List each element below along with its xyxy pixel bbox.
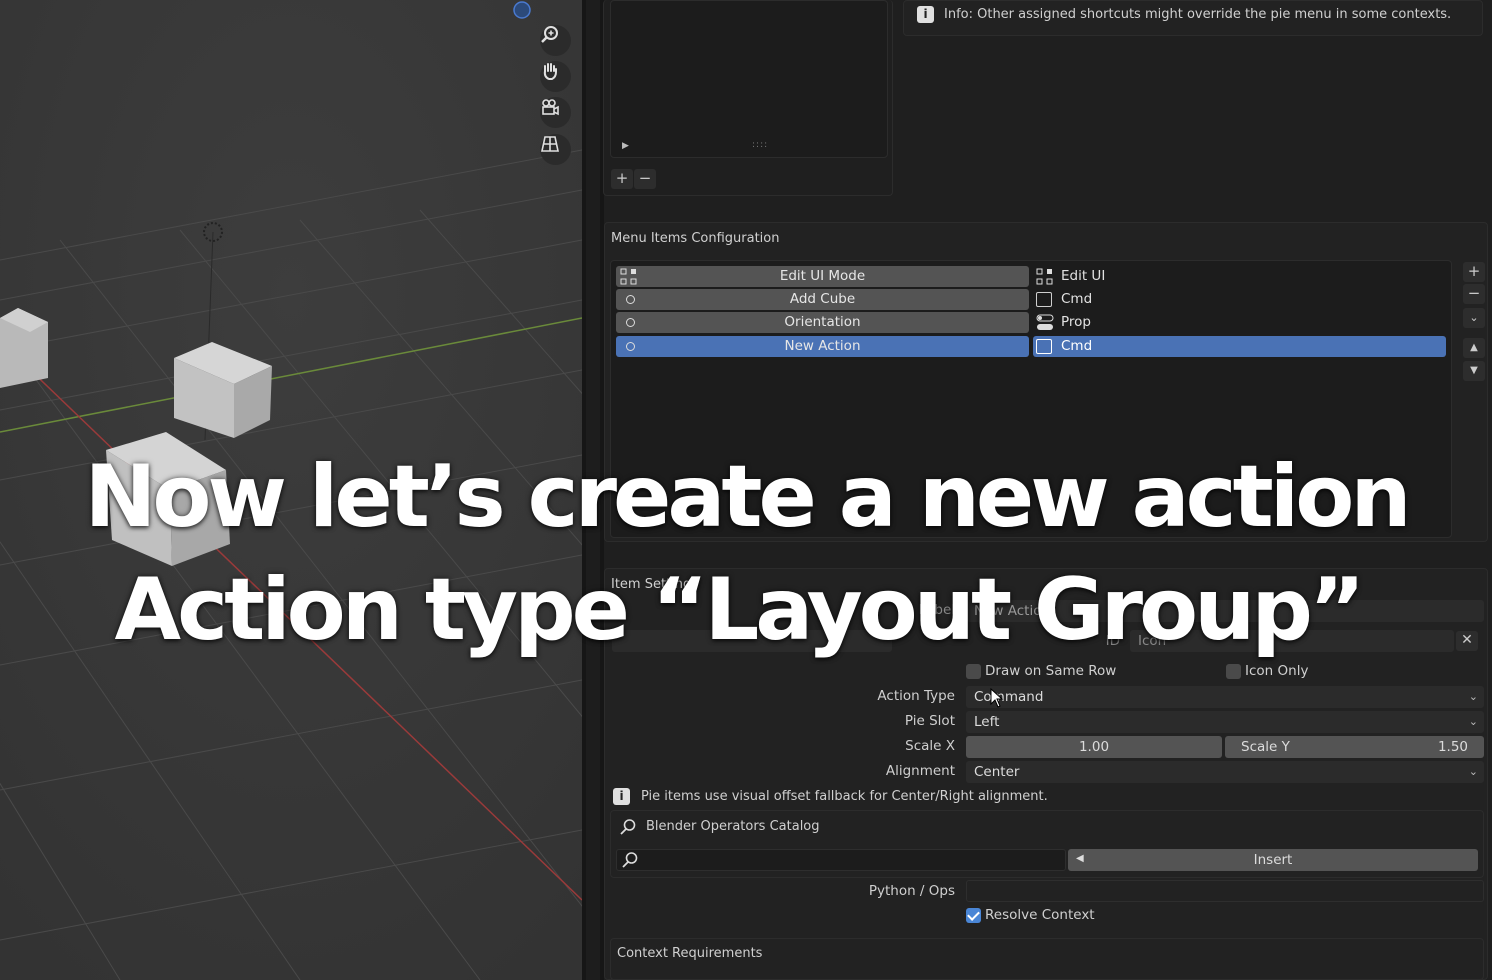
icon-only-label: Icon Only xyxy=(1245,663,1309,679)
scale-x-label: Scale X xyxy=(905,738,955,754)
edit-ui-node-icon xyxy=(620,268,637,285)
catalog-search-input[interactable] xyxy=(616,849,1066,871)
list-menu-chevron-icon[interactable]: ⌄ xyxy=(1463,308,1485,328)
info-pie-text: Pie items use visual offset fallback for… xyxy=(641,789,1048,804)
edit-ui-node-icon xyxy=(1036,268,1053,285)
menu-item-name[interactable]: New Action xyxy=(616,336,1029,357)
resolve-context-checkbox[interactable] xyxy=(966,908,981,923)
menu-item-name[interactable]: Edit UI Mode xyxy=(616,266,1029,287)
menu-item-row-selected[interactable]: New Action Cmd xyxy=(616,336,1446,357)
console-icon xyxy=(1036,292,1052,307)
menu-item-type: Prop xyxy=(1033,312,1446,333)
alignment-label: Alignment xyxy=(885,763,955,779)
menu-item-name[interactable]: Add Cube xyxy=(616,289,1029,310)
icon-only-checkbox[interactable] xyxy=(1226,664,1241,679)
menu-item-row[interactable]: Edit UI Mode Edit UI xyxy=(616,266,1446,287)
menu-item-type: Cmd xyxy=(1033,336,1446,357)
menu-items-title: Menu Items Configuration xyxy=(611,231,780,246)
info-shortcuts-text: Info: Other assigned shortcuts might ove… xyxy=(944,7,1452,22)
move-up-button[interactable]: ▲ xyxy=(1463,338,1485,358)
draw-same-row-checkbox[interactable] xyxy=(966,664,981,679)
pie-slot-label: Pie Slot xyxy=(904,713,955,729)
context-requirements-title: Context Requirements xyxy=(617,946,763,961)
search-icon xyxy=(620,819,636,835)
scale-y-label: Scale Y xyxy=(1241,739,1290,755)
draw-same-row-label: Draw on Same Row xyxy=(985,663,1117,679)
menu-item-type: Edit UI xyxy=(1033,266,1446,287)
move-down-button[interactable]: ▼ xyxy=(1463,361,1485,381)
chevron-down-icon: ⌄ xyxy=(1468,715,1478,728)
menu-item-row[interactable]: Orientation Prop xyxy=(616,312,1446,333)
pie-slot-dropdown[interactable]: Left ⌄ xyxy=(966,711,1484,733)
info-icon: i xyxy=(613,788,630,805)
camera-icon[interactable] xyxy=(540,97,571,128)
resolve-context-label: Resolve Context xyxy=(985,907,1095,923)
caption-line-2: Action type “Layout Group” xyxy=(114,560,1366,660)
menu-item-type: Cmd xyxy=(1033,289,1446,310)
zoom-icon[interactable] xyxy=(540,25,571,56)
menu-item-name[interactable]: Orientation xyxy=(616,312,1029,333)
menu-item-row[interactable]: Add Cube Cmd xyxy=(616,289,1446,310)
dot-icon xyxy=(626,342,635,351)
add-item-button[interactable]: + xyxy=(1463,262,1485,282)
scale-y-value: 1.50 xyxy=(1437,739,1468,755)
search-icon xyxy=(622,852,638,868)
add-button[interactable]: + xyxy=(611,169,633,189)
catalog-title: Blender Operators Catalog xyxy=(646,819,820,834)
dot-icon xyxy=(626,318,635,327)
action-type-label: Action Type xyxy=(877,688,955,704)
alignment-dropdown[interactable]: Center ⌄ xyxy=(966,761,1484,783)
keymap-section xyxy=(603,0,893,196)
chevron-down-icon: ⌄ xyxy=(1468,765,1478,778)
python-ops-input[interactable] xyxy=(966,880,1484,902)
triangle-left-icon: ◀ xyxy=(1076,853,1084,864)
mouse-cursor-icon xyxy=(990,688,1004,708)
remove-button[interactable]: − xyxy=(634,169,656,189)
console-icon xyxy=(1036,339,1052,354)
dot-icon xyxy=(626,295,635,304)
pan-hand-icon[interactable] xyxy=(540,61,571,92)
scale-y-slider[interactable]: Scale Y 1.50 xyxy=(1225,736,1484,758)
chevron-down-icon: ⌄ xyxy=(1468,690,1478,703)
python-ops-label: Python / Ops xyxy=(868,883,955,899)
insert-button[interactable]: Insert xyxy=(1068,849,1478,871)
info-icon: i xyxy=(917,6,934,23)
caption-line-1: Now let’s create a new action xyxy=(84,447,1411,547)
scale-x-slider[interactable]: 1.00 xyxy=(966,736,1222,758)
action-type-dropdown[interactable]: Command ⌄ xyxy=(966,686,1484,708)
remove-item-button[interactable]: − xyxy=(1463,284,1485,304)
toggle-prop-icon xyxy=(1036,314,1054,330)
perspective-grid-icon[interactable] xyxy=(540,134,571,165)
